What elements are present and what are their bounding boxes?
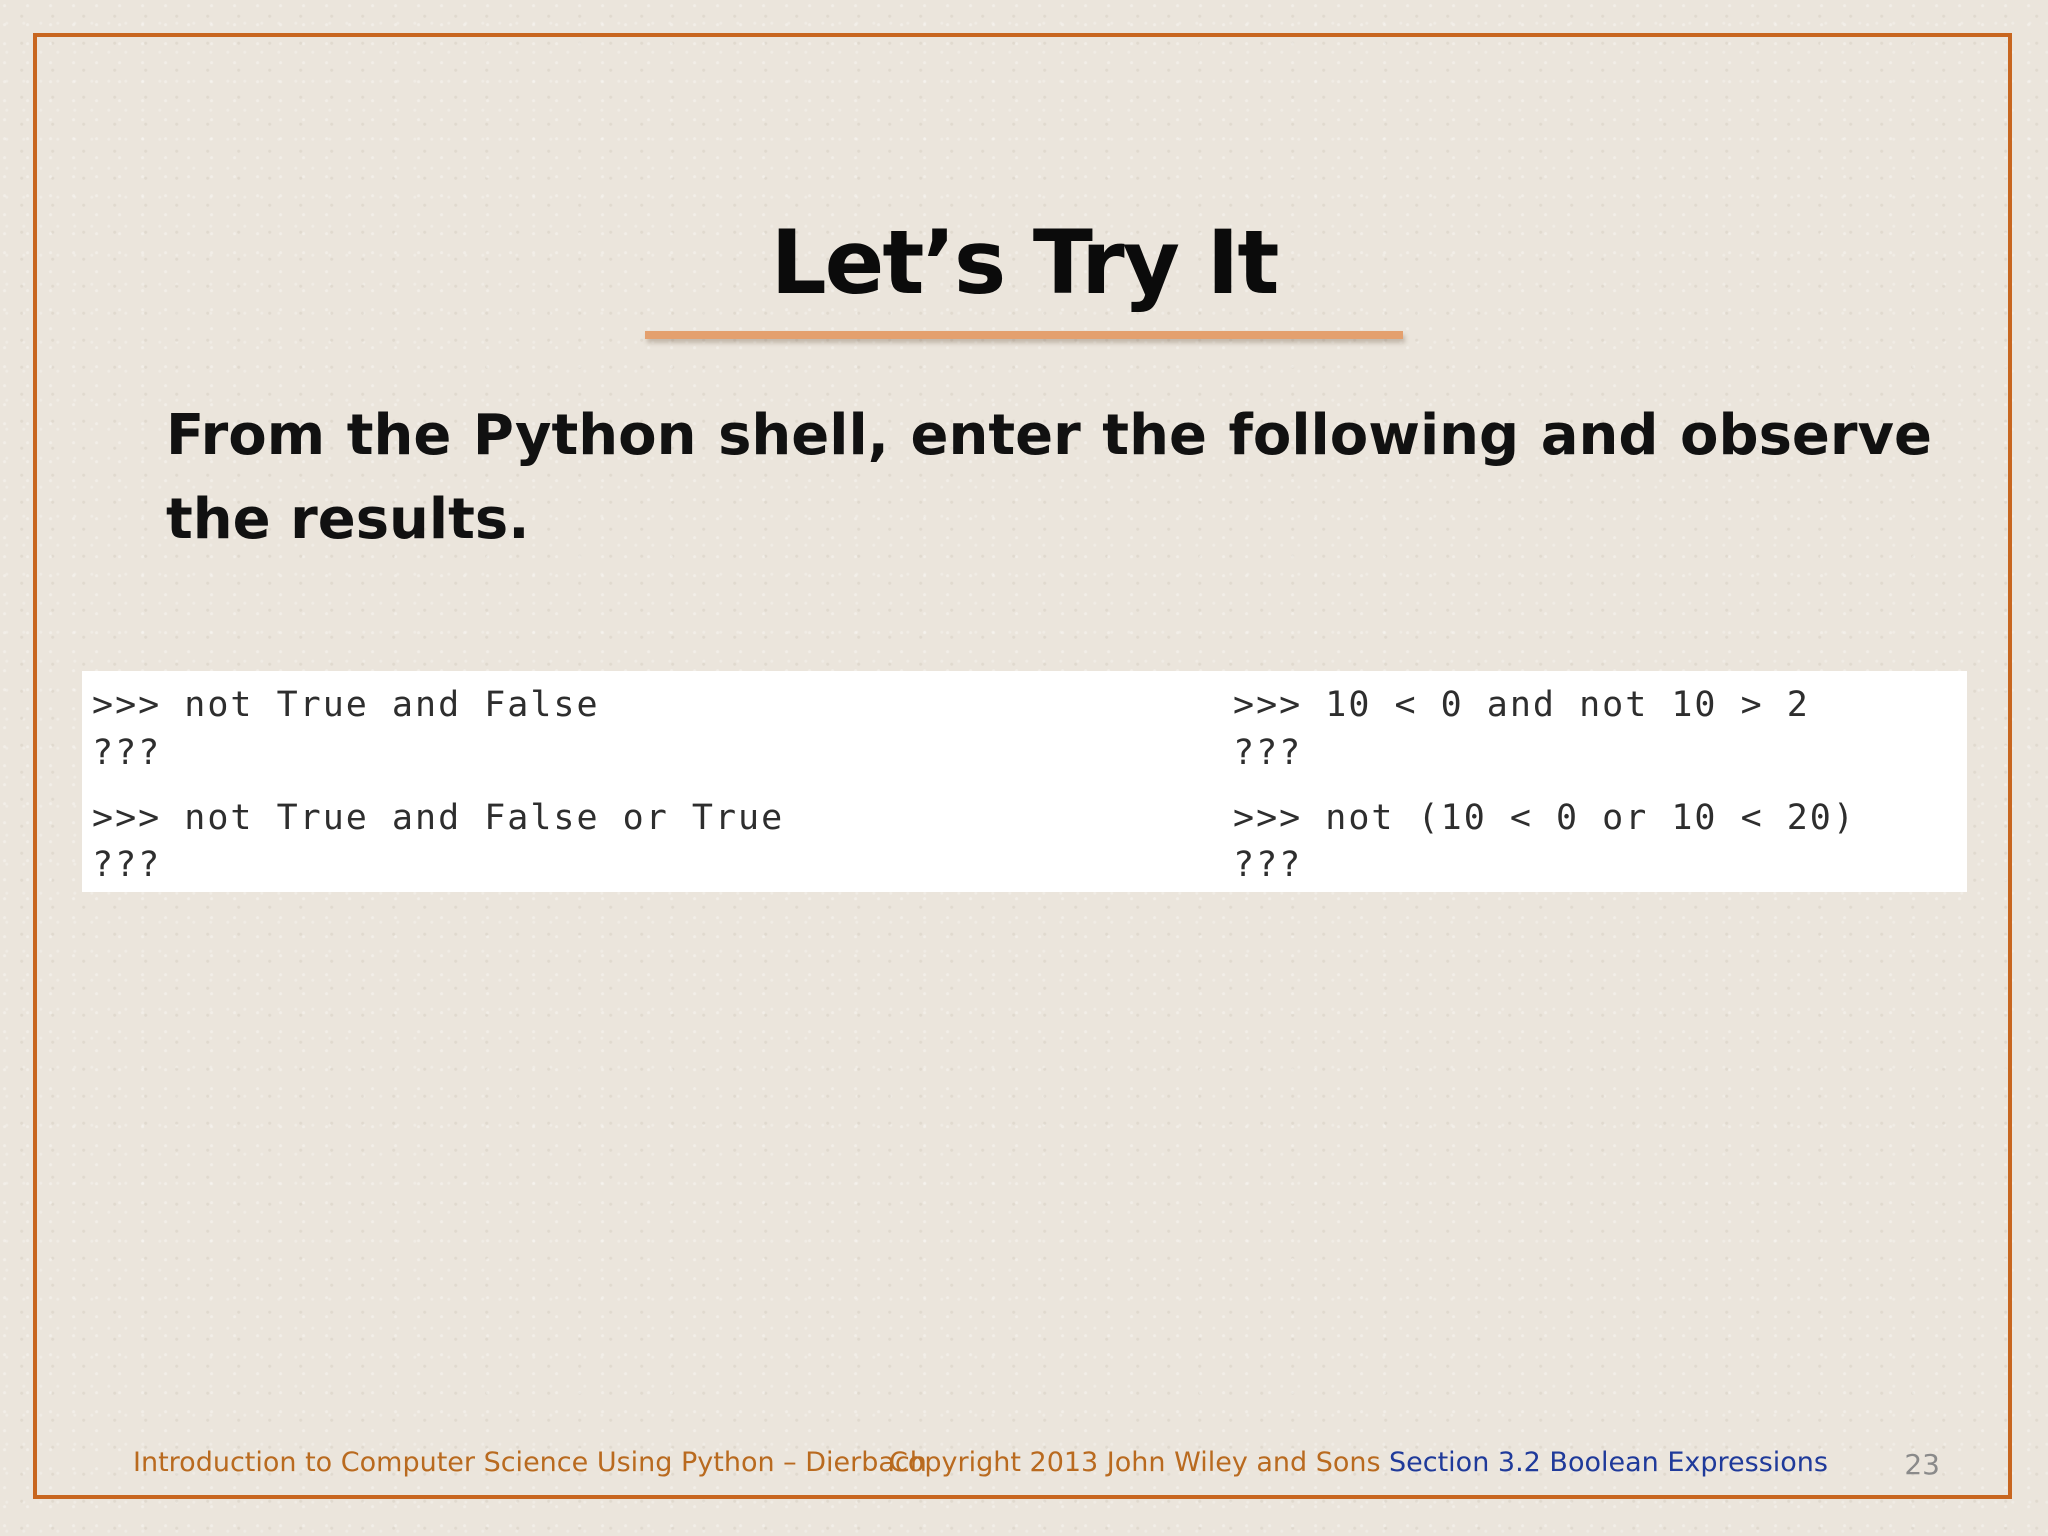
footer-book-title: Introduction to Computer Science Using P… bbox=[133, 1447, 927, 1478]
left-command-1: >>> not True and False bbox=[92, 685, 600, 725]
left-result-1: ??? bbox=[92, 733, 162, 773]
instruction-text: From the Python shell, enter the followi… bbox=[166, 403, 1932, 552]
page-number: 23 bbox=[1904, 1448, 1940, 1481]
python-shell-panel: >>> not True and False ??? >>> not True … bbox=[82, 671, 1967, 892]
right-command-2: >>> not (10 < 0 or 10 < 20) bbox=[1233, 798, 1856, 838]
footer-section: Section 3.2 Boolean Expressions bbox=[1389, 1447, 1828, 1478]
right-result-1: ??? bbox=[1233, 733, 1303, 773]
footer-copyright: Copyright 2013 John Wiley and Sons bbox=[889, 1447, 1381, 1478]
slide-title: Let’s Try It bbox=[770, 211, 1280, 314]
left-result-2: ??? bbox=[92, 845, 162, 885]
right-command-1: >>> 10 < 0 and not 10 > 2 bbox=[1233, 685, 1810, 725]
title-underline bbox=[645, 331, 1403, 339]
right-result-2: ??? bbox=[1233, 845, 1303, 885]
left-command-2: >>> not True and False or True bbox=[92, 798, 785, 838]
